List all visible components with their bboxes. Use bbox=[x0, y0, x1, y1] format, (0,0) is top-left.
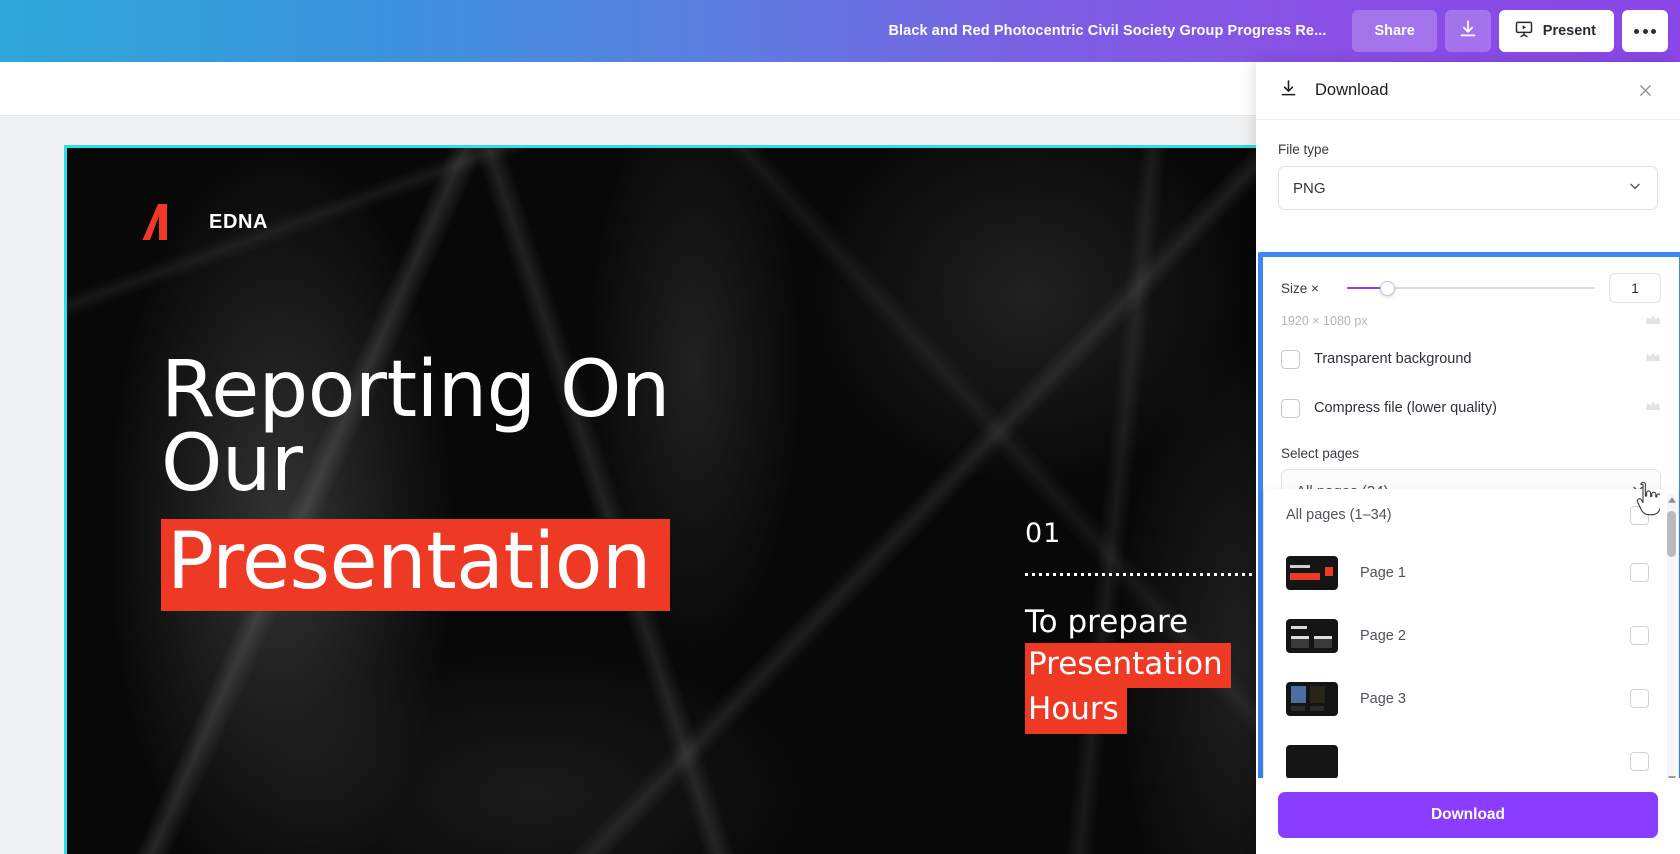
transparent-background-row[interactable]: Transparent background bbox=[1281, 339, 1661, 379]
present-label: Present bbox=[1542, 23, 1596, 39]
size-row: Size × 1 bbox=[1281, 271, 1661, 305]
page-thumbnail bbox=[1286, 681, 1338, 716]
headline-line-2: Our bbox=[161, 419, 303, 510]
crown-icon bbox=[1645, 350, 1661, 368]
page-checkbox[interactable] bbox=[1630, 563, 1649, 582]
size-slider[interactable] bbox=[1347, 280, 1595, 296]
page-checkbox[interactable] bbox=[1630, 689, 1649, 708]
crown-icon bbox=[1645, 314, 1661, 329]
page-label: Page 2 bbox=[1360, 627, 1406, 644]
page-checkbox[interactable] bbox=[1630, 752, 1649, 771]
download-icon bbox=[1457, 18, 1479, 45]
file-type-value: PNG bbox=[1293, 179, 1326, 197]
transparent-background-label: Transparent background bbox=[1314, 351, 1472, 367]
slide-section-number: 01 bbox=[1025, 518, 1062, 549]
pages-dropdown-list: All pages (1–34) Page 1 Page 2 Page 3 bbox=[1263, 489, 1679, 789]
size-dimensions-text: 1920 × 1080 px bbox=[1281, 314, 1368, 328]
edna-logo-icon bbox=[141, 200, 185, 244]
slide-subtext: To prepare Presentation Hours bbox=[1025, 603, 1231, 735]
slide-canvas[interactable]: EDNA Reporting On Our Presentation 01 To… bbox=[64, 145, 1404, 854]
slider-thumb[interactable] bbox=[1380, 281, 1395, 296]
download-button[interactable]: Download bbox=[1278, 792, 1658, 838]
download-button-topbar[interactable] bbox=[1444, 10, 1491, 52]
list-item[interactable]: Page 2 bbox=[1264, 604, 1665, 667]
dropdown-item-all-pages[interactable]: All pages (1–34) bbox=[1264, 489, 1665, 541]
slide-headline: Reporting On Our Presentation bbox=[161, 345, 670, 612]
document-title[interactable]: Black and Red Photocentric Civil Society… bbox=[888, 23, 1352, 39]
logo-text: EDNA bbox=[209, 210, 269, 233]
compress-file-label: Compress file (lower quality) bbox=[1314, 400, 1497, 416]
presentation-screen-icon bbox=[1514, 19, 1534, 43]
headline-highlight: Presentation bbox=[161, 519, 670, 612]
compress-file-checkbox[interactable] bbox=[1281, 398, 1300, 418]
download-icon bbox=[1278, 78, 1299, 104]
slide-logo: EDNA bbox=[141, 200, 268, 244]
caret-up-icon[interactable] bbox=[1667, 495, 1677, 505]
download-panel-footer: Download bbox=[1256, 778, 1680, 854]
download-panel-title: Download bbox=[1315, 81, 1389, 99]
file-type-select[interactable]: PNG bbox=[1278, 166, 1658, 210]
size-dimensions-row: 1920 × 1080 px bbox=[1281, 312, 1661, 330]
file-type-label: File type bbox=[1278, 142, 1330, 157]
page-thumbnail bbox=[1286, 618, 1338, 653]
subtext-line-2: Presentation bbox=[1025, 642, 1231, 689]
share-button[interactable]: Share bbox=[1352, 10, 1437, 52]
page-label: Page 1 bbox=[1360, 564, 1406, 581]
page-label: Page 3 bbox=[1360, 690, 1406, 707]
more-options-button[interactable] bbox=[1622, 10, 1668, 52]
top-bar: Black and Red Photocentric Civil Society… bbox=[0, 0, 1680, 62]
select-pages-label: Select pages bbox=[1281, 446, 1360, 461]
list-item[interactable]: Page 1 bbox=[1264, 541, 1665, 604]
transparent-background-checkbox[interactable] bbox=[1281, 349, 1300, 369]
page-checkbox[interactable] bbox=[1630, 626, 1649, 645]
highlighted-options-region: Size × 1 1920 × 1080 px Transparent back… bbox=[1258, 252, 1680, 854]
present-button[interactable]: Present bbox=[1498, 10, 1614, 52]
size-label: Size × bbox=[1281, 280, 1319, 296]
page-thumbnail bbox=[1286, 744, 1338, 779]
close-icon[interactable] bbox=[1630, 76, 1660, 106]
crown-icon bbox=[1645, 399, 1661, 417]
download-panel-body: File type PNG Size × 1 1920 × 1080 px Tr… bbox=[1256, 120, 1680, 854]
more-horizontal-icon bbox=[1634, 28, 1656, 34]
pages-dropdown-scroll-content: All pages (1–34) Page 1 Page 2 Page 3 bbox=[1264, 489, 1665, 788]
dropdown-scrollbar-thumb[interactable] bbox=[1667, 511, 1676, 557]
compress-file-row[interactable]: Compress file (lower quality) bbox=[1281, 388, 1661, 428]
subtext-line-3: Hours bbox=[1025, 688, 1127, 735]
list-item[interactable]: Page 3 bbox=[1264, 667, 1665, 730]
chevron-down-icon bbox=[1627, 178, 1643, 198]
subtext-line-1: To prepare bbox=[1025, 604, 1189, 640]
all-pages-label: All pages (1–34) bbox=[1286, 507, 1392, 523]
size-input[interactable]: 1 bbox=[1609, 273, 1661, 303]
headline-line-1: Reporting On bbox=[161, 345, 670, 435]
page-thumbnail bbox=[1286, 555, 1338, 590]
download-panel-header: Download bbox=[1256, 62, 1680, 120]
all-pages-checkbox[interactable] bbox=[1630, 505, 1649, 525]
download-panel: Download File type PNG Size × 1 1920 × 1… bbox=[1256, 62, 1680, 854]
